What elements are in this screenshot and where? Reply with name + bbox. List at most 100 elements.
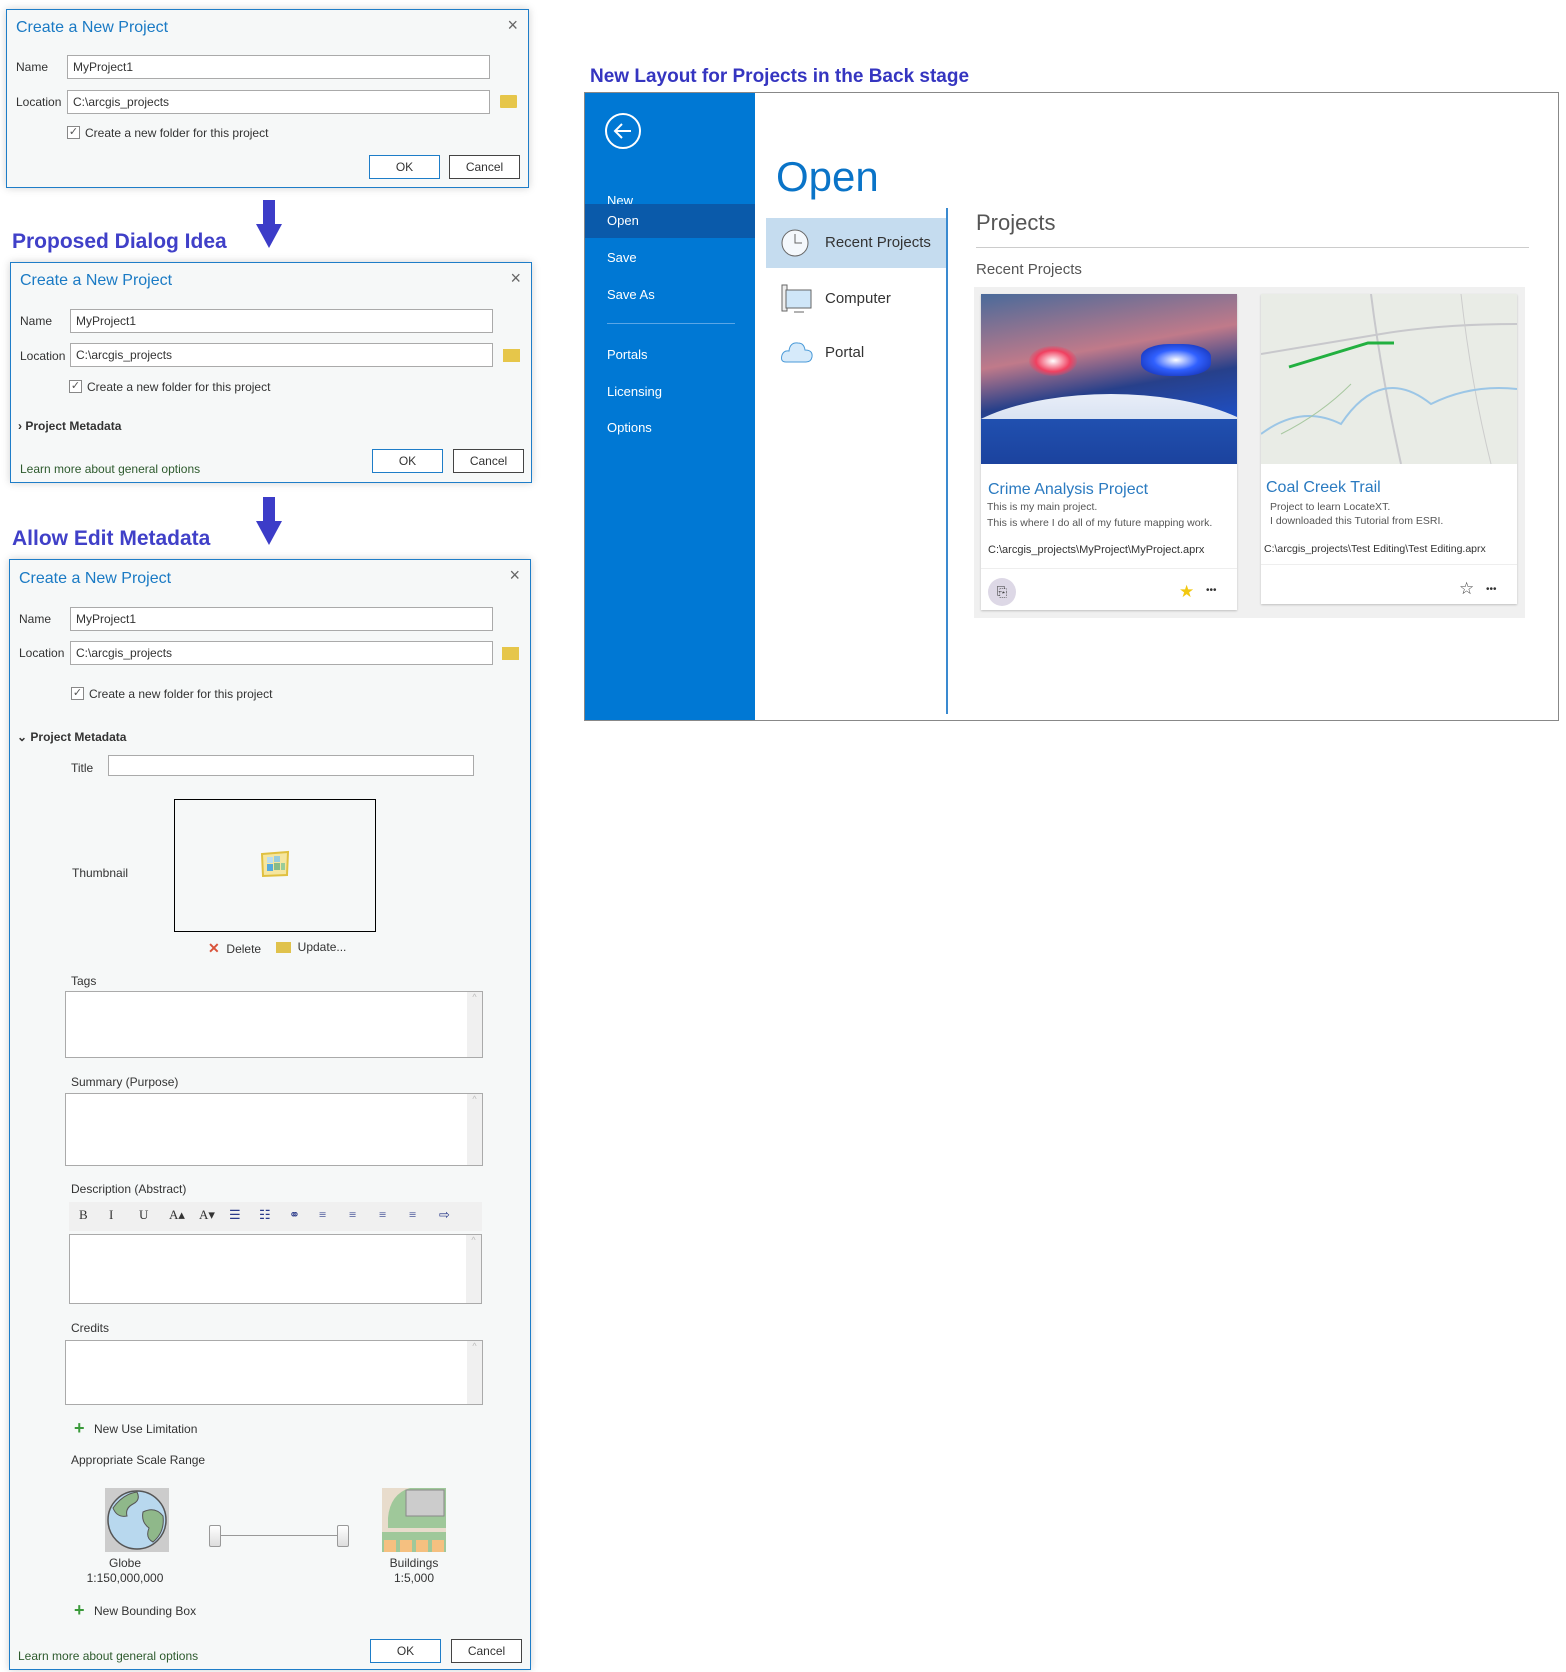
- ok-button[interactable]: OK: [369, 155, 440, 179]
- summary-textarea[interactable]: ^: [65, 1093, 483, 1166]
- browse-folder-icon[interactable]: [502, 647, 519, 660]
- format-button-8[interactable]: ≡: [319, 1207, 326, 1223]
- description-toolbar: B I U A▴ A▾ ☰ ☷ ⚭ ≡ ≡ ≡ ≡ ⇨: [69, 1202, 482, 1231]
- location-computer[interactable]: Computer: [766, 274, 946, 324]
- new-folder-label: Create a new folder for this project: [89, 687, 273, 701]
- learn-more-link[interactable]: Learn more about general options: [18, 1649, 198, 1663]
- description-label: Description (Abstract): [71, 1182, 187, 1196]
- format-button-7[interactable]: ⚭: [289, 1207, 300, 1223]
- arrow-down-icon: [256, 497, 282, 547]
- menu-item-open[interactable]: Open: [585, 204, 755, 238]
- scrollbar[interactable]: ^: [467, 1094, 482, 1165]
- close-icon[interactable]: ×: [509, 565, 520, 586]
- browse-folder-icon[interactable]: [503, 349, 520, 362]
- name-input[interactable]: MyProject1: [67, 55, 490, 79]
- close-icon[interactable]: ×: [507, 15, 518, 36]
- menu-item-save[interactable]: Save: [585, 241, 755, 275]
- delete-thumbnail-button[interactable]: ✕ Delete: [208, 940, 261, 957]
- computer-icon: [780, 284, 812, 318]
- max-scale-handle[interactable]: [337, 1525, 349, 1547]
- format-button-4[interactable]: A▾: [199, 1207, 215, 1223]
- project-title[interactable]: Coal Creek Trail: [1266, 479, 1381, 497]
- project-metadata-expander[interactable]: ⌄ Project Metadata: [17, 730, 126, 744]
- tags-textarea[interactable]: ^: [65, 991, 483, 1058]
- arrow-down-icon: [256, 200, 282, 250]
- min-scale-name: Globe: [108, 1556, 142, 1570]
- format-button-10[interactable]: ≡: [379, 1207, 386, 1223]
- new-folder-checkbox[interactable]: ✓: [71, 687, 84, 700]
- new-folder-checkbox[interactable]: ✓: [67, 126, 80, 139]
- project-card[interactable]: Crime Analysis Project This is my main p…: [981, 294, 1237, 610]
- format-button-9[interactable]: ≡: [349, 1207, 356, 1223]
- location-input[interactable]: C:\arcgis_projects: [67, 90, 490, 114]
- format-button-2[interactable]: U: [139, 1207, 148, 1223]
- format-button-3[interactable]: A▴: [169, 1207, 185, 1223]
- update-thumbnail-button[interactable]: Update...: [276, 940, 346, 954]
- section-title: Projects: [976, 210, 1056, 235]
- browse-folder-icon[interactable]: [500, 95, 517, 108]
- project-title[interactable]: Crime Analysis Project: [988, 481, 1148, 499]
- proposed-heading: Proposed Dialog Idea: [12, 230, 227, 253]
- menu-item-options[interactable]: Options: [585, 411, 755, 445]
- description-textarea[interactable]: ^: [69, 1234, 482, 1304]
- learn-more-link[interactable]: Learn more about general options: [20, 462, 200, 476]
- project-metadata-expander[interactable]: › Project Metadata: [18, 419, 121, 433]
- location-recent-projects[interactable]: Recent Projects: [766, 218, 946, 268]
- tags-label: Tags: [71, 974, 97, 988]
- ok-button[interactable]: OK: [370, 1639, 441, 1663]
- new-folder-label: Create a new folder for this project: [85, 126, 269, 140]
- menu-divider: [607, 323, 735, 324]
- location-input[interactable]: C:\arcgis_projects: [70, 343, 493, 367]
- new-bounding-box-button[interactable]: + New Bounding Box: [74, 1600, 196, 1620]
- name-input[interactable]: MyProject1: [70, 309, 493, 333]
- new-use-limitation-button[interactable]: + New Use Limitation: [74, 1418, 197, 1438]
- name-input[interactable]: MyProject1: [70, 607, 493, 631]
- location-portal[interactable]: Portal: [766, 328, 946, 378]
- locations-divider: [946, 208, 948, 714]
- credits-textarea[interactable]: ^: [65, 1340, 483, 1405]
- title-input[interactable]: [108, 755, 474, 776]
- back-arrow-icon[interactable]: [604, 112, 642, 150]
- menu-item-save-as[interactable]: Save As: [585, 278, 755, 312]
- format-button-11[interactable]: ≡: [409, 1207, 416, 1223]
- dialog-title: Create a New Project: [16, 19, 169, 36]
- cancel-button[interactable]: Cancel: [453, 449, 524, 473]
- clock-icon: [780, 228, 810, 262]
- scale-range-slider[interactable]: [209, 1525, 349, 1547]
- max-scale-name: Buildings: [389, 1556, 439, 1570]
- project-desc-line2: This is where I do all of my future mapp…: [987, 517, 1213, 529]
- scrollbar[interactable]: ^: [467, 1341, 482, 1404]
- more-options-icon[interactable]: •••: [1486, 584, 1497, 595]
- backstage-heading: New Layout for Projects in the Back stag…: [590, 66, 970, 87]
- plus-icon: +: [74, 1418, 85, 1438]
- scrollbar[interactable]: ^: [467, 992, 482, 1057]
- project-desc-line2: I downloaded this Tutorial from ESRI.: [1270, 515, 1444, 527]
- name-label: Name: [20, 314, 53, 328]
- new-folder-checkbox[interactable]: ✓: [69, 380, 82, 393]
- format-button-6[interactable]: ☷: [259, 1207, 271, 1223]
- subsection-title: Recent Projects: [976, 261, 1082, 278]
- project-badge-icon[interactable]: ⎘: [988, 578, 1016, 606]
- cancel-button[interactable]: Cancel: [451, 1639, 522, 1663]
- menu-item-licensing[interactable]: Licensing: [585, 375, 755, 409]
- favorite-star-icon[interactable]: ☆: [1459, 579, 1474, 599]
- scrollbar[interactable]: ^: [466, 1235, 481, 1303]
- format-button-12[interactable]: ⇨: [439, 1207, 450, 1223]
- min-scale-handle[interactable]: [209, 1525, 221, 1547]
- favorite-star-icon[interactable]: ★: [1179, 582, 1194, 602]
- project-card[interactable]: Coal Creek Trail Project to learn Locate…: [1261, 294, 1517, 604]
- title-label: Title: [71, 761, 94, 775]
- format-button-1[interactable]: I: [109, 1207, 113, 1223]
- format-button-0[interactable]: B: [79, 1207, 88, 1223]
- close-icon[interactable]: ×: [510, 268, 521, 289]
- more-options-icon[interactable]: •••: [1206, 585, 1217, 596]
- chevron-down-icon: ⌄: [17, 730, 31, 744]
- thumbnail-box[interactable]: [174, 799, 376, 932]
- menu-item-portals[interactable]: Portals: [585, 338, 755, 372]
- project-thumbnail: [1261, 294, 1517, 464]
- allow-edit-heading: Allow Edit Metadata: [12, 527, 211, 550]
- format-button-5[interactable]: ☰: [229, 1207, 241, 1223]
- cancel-button[interactable]: Cancel: [449, 155, 520, 179]
- ok-button[interactable]: OK: [372, 449, 443, 473]
- location-input[interactable]: C:\arcgis_projects: [70, 641, 493, 665]
